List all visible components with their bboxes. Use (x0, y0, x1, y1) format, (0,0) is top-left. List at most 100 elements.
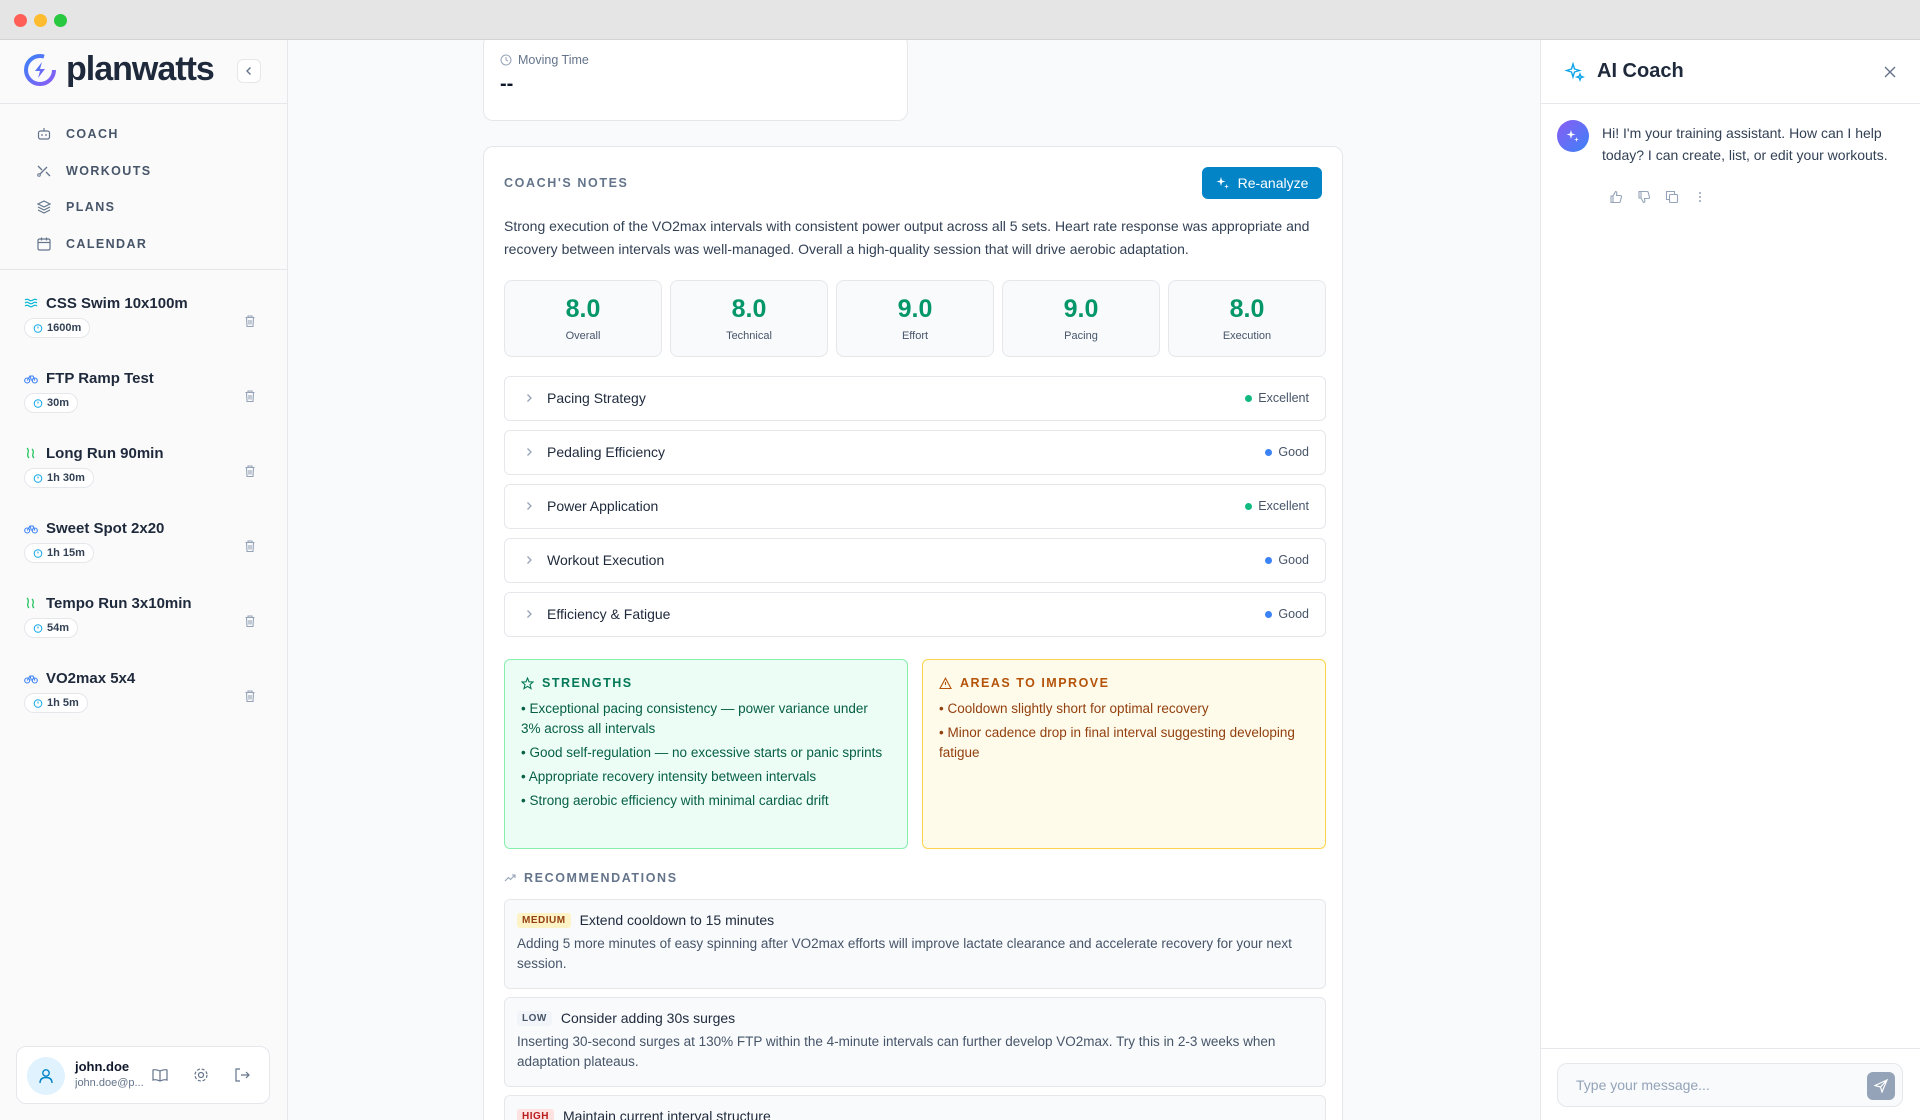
nav-item-workouts[interactable]: WORKOUTS (0, 153, 287, 190)
logout-icon[interactable] (233, 1066, 251, 1084)
accordion-workout-execution[interactable]: Workout Execution Good (504, 538, 1326, 583)
score-card-effort: 9.0 Effort (836, 280, 994, 357)
workout-list-item[interactable]: Long Run 90min 1h 30m (0, 442, 287, 517)
duration-badge: 1600m (24, 318, 91, 338)
window-titlebar (0, 0, 1920, 40)
chevron-left-icon (246, 67, 251, 75)
duration-badge: 1h 30m (24, 468, 94, 488)
more-vertical-icon[interactable] (1693, 190, 1707, 204)
duration-badge: 54m (24, 618, 79, 638)
workout-list-item[interactable]: Sweet Spot 2x20 1h 15m (0, 517, 287, 592)
score-grid: 8.0 Overall 8.0 Technical 9.0 Effort 9.0 Pac… (504, 280, 1326, 357)
collapse-sidebar-button[interactable] (237, 59, 261, 83)
chevron-right-icon (527, 610, 532, 618)
stopwatch-icon (33, 549, 43, 558)
accordion-power-application[interactable]: Power Application Excellent (504, 484, 1326, 529)
main-nav: COACH WORKOUTS PLANS CALENDAR (0, 104, 287, 270)
chevron-right-icon (527, 556, 532, 564)
areas-to-improve-box: AREAS TO IMPROVE • Cooldown slightly sho… (922, 659, 1326, 849)
improve-item: • Minor cadence drop in final interval s… (939, 725, 1295, 760)
ai-coach-title: AI Coach (1597, 60, 1684, 82)
stopwatch-icon (33, 624, 43, 633)
run-icon (26, 447, 35, 459)
delete-workout-icon[interactable] (243, 314, 257, 328)
status-badge: Excellent (1245, 391, 1309, 405)
chat-message-input[interactable] (1557, 1063, 1903, 1107)
send-button[interactable] (1867, 1072, 1895, 1100)
book-icon[interactable] (151, 1066, 169, 1084)
assistant-message: Hi! I'm your training assistant. How can… (1602, 125, 1888, 163)
score-card-execution: 8.0 Execution (1168, 280, 1326, 357)
calendar-icon (37, 237, 51, 251)
workout-list: CSS Swim 10x100m 1600m FTP Ramp Test 30m… (0, 270, 287, 742)
nav-item-coach[interactable]: COACH (0, 116, 287, 153)
delete-workout-icon[interactable] (243, 539, 257, 553)
moving-time-card: Moving Time -- (483, 40, 908, 121)
sparkles-icon (1216, 177, 1229, 189)
minimize-window-button[interactable] (34, 14, 47, 27)
nav-item-plans[interactable]: PLANS (0, 189, 287, 226)
moving-time-value: -- (500, 73, 514, 95)
workout-list-item[interactable]: CSS Swim 10x100m 1600m (0, 292, 287, 367)
delete-workout-icon[interactable] (243, 464, 257, 478)
score-card-pacing: 9.0 Pacing (1002, 280, 1160, 357)
nav-label: CALENDAR (66, 236, 148, 251)
workout-list-item[interactable]: FTP Ramp Test 30m (0, 367, 287, 442)
priority-badge: LOW (517, 1010, 552, 1026)
chevron-right-icon (527, 502, 532, 510)
copy-icon[interactable] (1665, 190, 1679, 204)
workout-list-item[interactable]: VO2max 5x4 1h 5m (0, 667, 287, 742)
user-name: john.doe (75, 1059, 130, 1074)
bike-icon (24, 525, 38, 534)
strength-item: • Exceptional pacing consistency — power… (521, 701, 868, 736)
coach-notes-summary: Strong execution of the VO2max intervals… (504, 218, 1310, 257)
thumbs-up-icon[interactable] (1609, 190, 1623, 204)
coach-notes-title: COACH'S NOTES (504, 176, 629, 190)
nav-label: PLANS (66, 200, 116, 215)
accordion-pacing-strategy[interactable]: Pacing Strategy Excellent (504, 376, 1326, 421)
robot-icon (37, 128, 51, 140)
improve-item: • Cooldown slightly short for optimal re… (939, 701, 1209, 716)
accordion-pedaling-efficiency[interactable]: Pedaling Efficiency Good (504, 430, 1326, 475)
status-badge: Good (1265, 607, 1309, 621)
user-card: john.doe john.doe@p... (16, 1046, 270, 1104)
workout-title: Long Run 90min (46, 444, 164, 462)
workouts-icon (37, 165, 51, 177)
user-icon (39, 1069, 53, 1084)
workout-title: FTP Ramp Test (46, 369, 154, 387)
gear-icon[interactable] (192, 1066, 210, 1084)
swim-icon (24, 298, 38, 308)
avatar[interactable] (27, 1057, 65, 1095)
workout-list-item[interactable]: Tempo Run 3x10min 54m (0, 592, 287, 667)
nav-item-calendar[interactable]: CALENDAR (0, 226, 287, 263)
assistant-avatar (1557, 120, 1589, 152)
priority-badge: MEDIUM (517, 912, 571, 928)
sparkles-icon (1566, 130, 1579, 142)
maximize-window-button[interactable] (54, 14, 67, 27)
delete-workout-icon[interactable] (243, 614, 257, 628)
thumbs-down-icon[interactable] (1637, 190, 1651, 204)
user-email: john.doe@p... (75, 1077, 144, 1089)
reanalyze-button[interactable]: Re-analyze (1202, 167, 1322, 199)
layers-icon (36, 200, 52, 214)
stopwatch-icon (33, 399, 43, 408)
send-icon (1874, 1079, 1888, 1093)
trending-up-icon (504, 874, 516, 882)
delete-workout-icon[interactable] (243, 389, 257, 403)
run-icon (26, 597, 35, 609)
delete-workout-icon[interactable] (243, 689, 257, 703)
ai-coach-panel: AI Coach Hi! I'm your training assistant… (1540, 40, 1920, 1120)
sidebar: planwatts COACH WORKOUTS PLANS CALENDAR … (0, 40, 288, 1120)
coach-notes-card: COACH'S NOTES Re-analyze Strong executio… (483, 146, 1343, 1120)
star-icon (521, 676, 534, 690)
close-window-button[interactable] (14, 14, 27, 27)
nav-label: COACH (66, 127, 119, 142)
accordion-efficiency-fatigue[interactable]: Efficiency & Fatigue Good (504, 592, 1326, 637)
main-content: Moving Time -- COACH'S NOTES Re-analyze … (288, 40, 1540, 1120)
duration-badge: 1h 15m (24, 543, 94, 563)
close-icon[interactable] (1882, 64, 1898, 80)
status-badge: Excellent (1245, 499, 1309, 513)
recommendation-desc: Inserting 30-second surges at 130% FTP w… (517, 1034, 1276, 1069)
score-card-overall: 8.0 Overall (504, 280, 662, 357)
warning-icon (939, 676, 952, 689)
